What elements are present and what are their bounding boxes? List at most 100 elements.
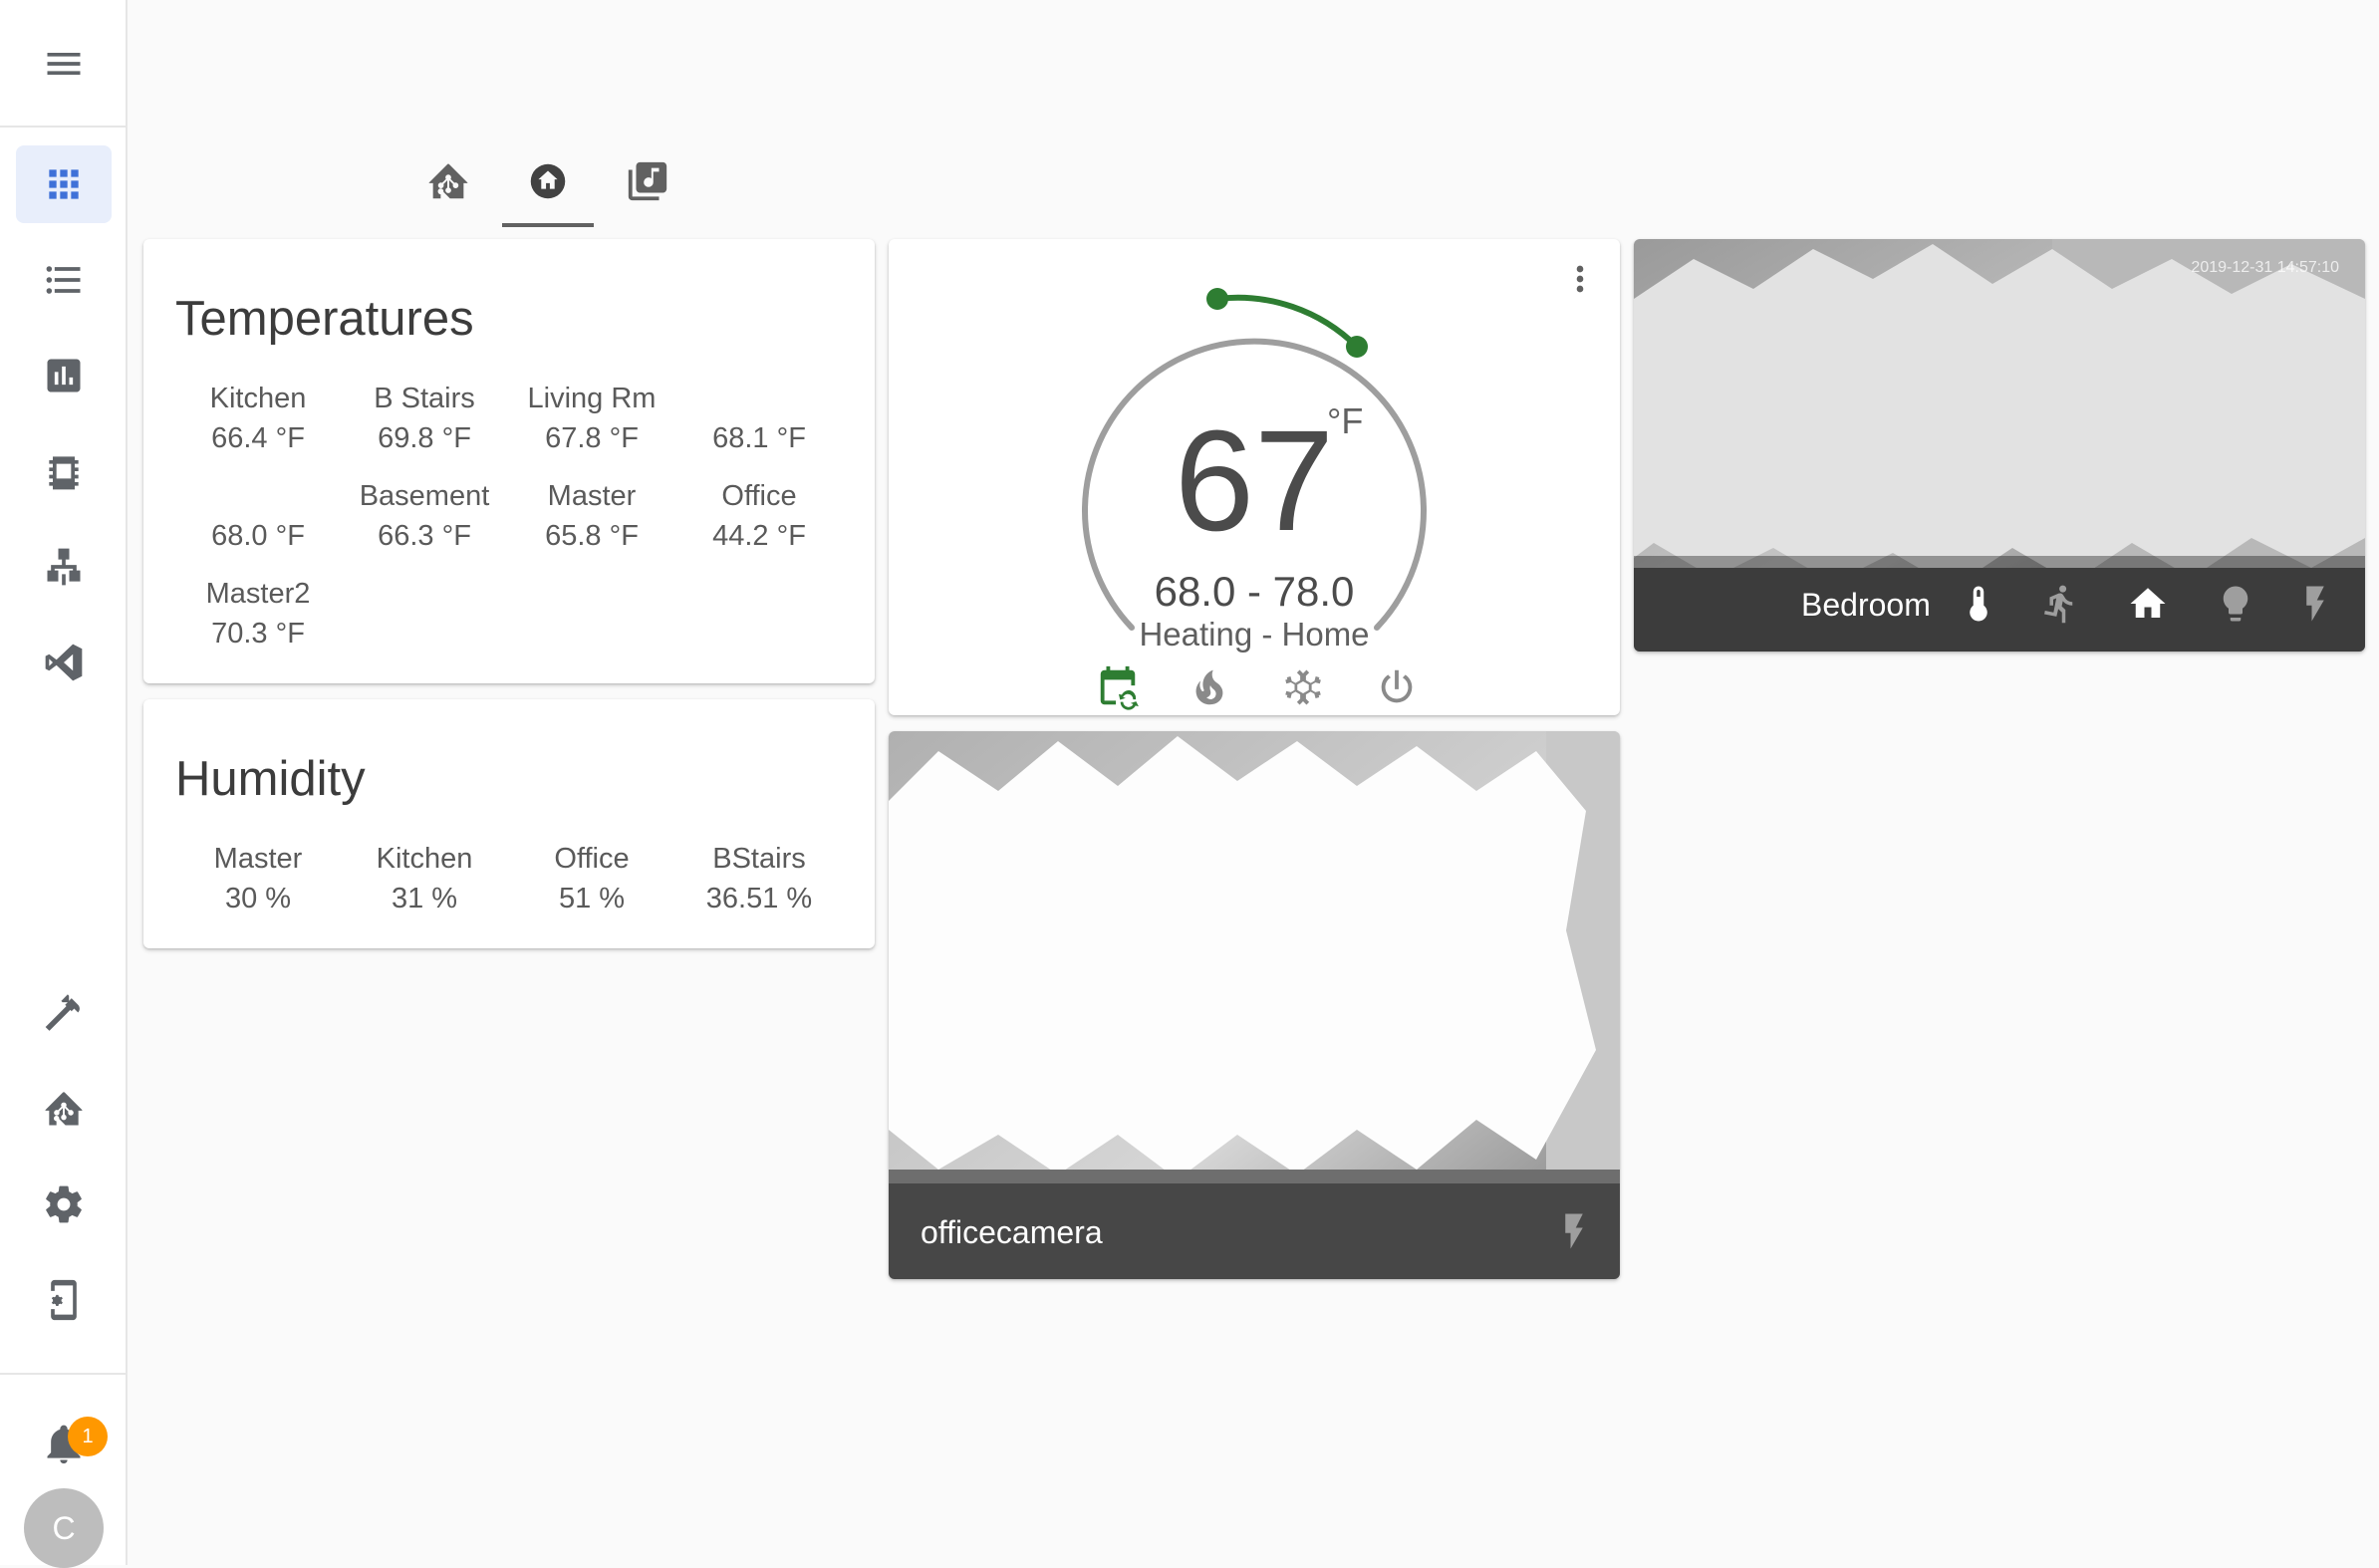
chip-icon xyxy=(49,456,79,490)
card-title: Humidity xyxy=(175,752,366,806)
glance-item[interactable]: 68.0 °F xyxy=(178,516,338,556)
tab-music[interactable] xyxy=(598,135,697,227)
user-avatar[interactable]: C xyxy=(24,1488,104,1568)
sensor-name: Office xyxy=(721,480,797,512)
temperatures-card: Temperatures Kitchen 66.4 °F B Stairs 69… xyxy=(143,239,875,683)
fire-icon xyxy=(1195,669,1223,705)
office-camera-card[interactable]: officecamera xyxy=(889,731,1620,1279)
sensor-value: 44.2 °F xyxy=(712,520,806,552)
sensor-name: Master xyxy=(547,480,637,512)
sensor-value: 30 % xyxy=(224,883,292,915)
gear-icon xyxy=(46,1185,82,1223)
flash-icon xyxy=(2306,586,2324,622)
sidebar-item-history[interactable] xyxy=(16,337,112,414)
hamburger-menu-icon xyxy=(47,53,81,75)
glance-item[interactable]: Living Rm 67.8 °F xyxy=(512,379,671,458)
sidebar-item-device-settings[interactable] xyxy=(16,1261,112,1339)
power-entity-button[interactable] xyxy=(2291,580,2339,628)
camera-timestamp: 2019-12-31 14:57:10 xyxy=(2191,259,2339,276)
glance-item[interactable]: Master 65.8 °F xyxy=(512,476,671,556)
sensor-value: 70.3 °F xyxy=(211,618,305,650)
sidebar-item-hacs[interactable] xyxy=(16,1070,112,1148)
view-tabs xyxy=(398,135,697,227)
glance-item[interactable]: 68.1 °F xyxy=(679,418,839,458)
sidebar-item-developer-tools[interactable] xyxy=(16,974,112,1052)
low-setpoint-handle[interactable] xyxy=(1206,288,1228,310)
temperature-entity-button[interactable] xyxy=(1955,580,2002,628)
glance-item[interactable]: Kitchen 31 % xyxy=(345,839,504,918)
mode-off-button[interactable] xyxy=(1371,661,1423,713)
power-entity-button[interactable] xyxy=(1550,1207,1598,1255)
sensor-name: Kitchen xyxy=(376,843,473,875)
sensor-value: 66.3 °F xyxy=(378,520,471,552)
power-icon xyxy=(1381,669,1413,703)
sensor-value: 68.1 °F xyxy=(712,422,806,454)
sensor-value: 66.4 °F xyxy=(211,422,305,454)
sensor-name: Basement xyxy=(359,480,490,512)
sensor-name: B Stairs xyxy=(374,383,475,414)
light-entity-button[interactable] xyxy=(2212,580,2259,628)
menu-button[interactable] xyxy=(16,25,112,103)
chart-bar-icon xyxy=(47,359,81,392)
glance-item[interactable]: Kitchen 66.4 °F xyxy=(178,379,338,458)
sensor-value: 65.8 °F xyxy=(545,520,639,552)
glance-item[interactable]: Office 44.2 °F xyxy=(679,476,839,556)
sidebar-item-dashboard[interactable] xyxy=(16,432,112,510)
sidebar-item-vscode[interactable] xyxy=(16,624,112,701)
vscode-icon xyxy=(45,644,83,681)
glance-item[interactable]: Master 30 % xyxy=(178,839,338,918)
sensor-value: 67.8 °F xyxy=(545,422,639,454)
app-header xyxy=(130,0,2379,239)
sensor-value: 36.51 % xyxy=(705,883,813,915)
sensor-name: Master2 xyxy=(205,578,311,610)
motion-entity-button[interactable] xyxy=(2036,580,2084,628)
sidebar-header xyxy=(0,0,128,128)
motion-icon xyxy=(2044,585,2073,624)
sidebar-divider xyxy=(0,1373,128,1375)
view-grid-icon xyxy=(49,169,79,199)
mode-auto-button[interactable] xyxy=(1092,661,1144,713)
glance-item[interactable]: Master2 70.3 °F xyxy=(178,574,338,653)
temperature-unit: °F xyxy=(1327,400,1364,441)
sidebar-item-configuration[interactable] xyxy=(16,1166,112,1243)
glance-item[interactable]: Office 51 % xyxy=(512,839,671,918)
sidebar-item-overview[interactable] xyxy=(16,145,112,223)
bedroom-camera-card[interactable]: 2019-12-31 14:57:10 Bedroom xyxy=(1634,239,2365,652)
sensor-name: BStairs xyxy=(712,843,806,875)
target-range: 68.0 - 78.0 xyxy=(1154,568,1355,615)
sensor-name: Living Rm xyxy=(527,383,657,414)
thermostat-menu-button[interactable] xyxy=(1558,257,1602,301)
sensor-name: Master xyxy=(213,843,303,875)
list-icon xyxy=(46,266,81,294)
sidebar-item-zwave[interactable] xyxy=(16,528,112,606)
tab-home[interactable] xyxy=(498,135,598,227)
notification-badge: 1 xyxy=(68,1417,108,1456)
mode-cool-button[interactable] xyxy=(1277,661,1329,713)
sensor-value: 68.0 °F xyxy=(211,520,305,552)
sidebar: 1 C xyxy=(0,0,128,1568)
music-box-icon xyxy=(628,161,667,201)
hvac-mode-label: Heating - Home xyxy=(1139,616,1370,653)
sensor-value: 69.8 °F xyxy=(378,422,471,454)
cellphone-cog-icon xyxy=(51,1279,77,1321)
snowflake-icon xyxy=(1285,669,1321,705)
mode-heat-button[interactable] xyxy=(1184,661,1235,713)
tab-home-assistant[interactable] xyxy=(398,135,498,227)
sensor-value: 31 % xyxy=(391,883,458,915)
home-entity-button[interactable] xyxy=(2124,580,2172,628)
home-assistant-icon xyxy=(45,1092,83,1126)
camera-name: Bedroom xyxy=(1801,587,1931,623)
thermometer-icon xyxy=(1970,586,1987,622)
thermostat-card: 67 °F 68.0 - 78.0 Heating - Home xyxy=(889,239,1620,715)
card-title: Temperatures xyxy=(175,292,474,346)
sensor-name: Kitchen xyxy=(209,383,307,414)
glance-item[interactable]: BStairs 36.51 % xyxy=(679,839,839,918)
glance-item[interactable]: B Stairs 69.8 °F xyxy=(345,379,504,458)
sidebar-item-logbook[interactable] xyxy=(16,241,112,319)
home-icon xyxy=(2130,588,2166,618)
lightbulb-icon xyxy=(2223,586,2248,622)
high-setpoint-handle[interactable] xyxy=(1346,336,1368,358)
home-circle-icon xyxy=(530,163,566,199)
glance-item[interactable]: Basement 66.3 °F xyxy=(345,476,504,556)
humidity-card: Humidity Master 30 % Kitchen 31 % Office… xyxy=(143,699,875,948)
